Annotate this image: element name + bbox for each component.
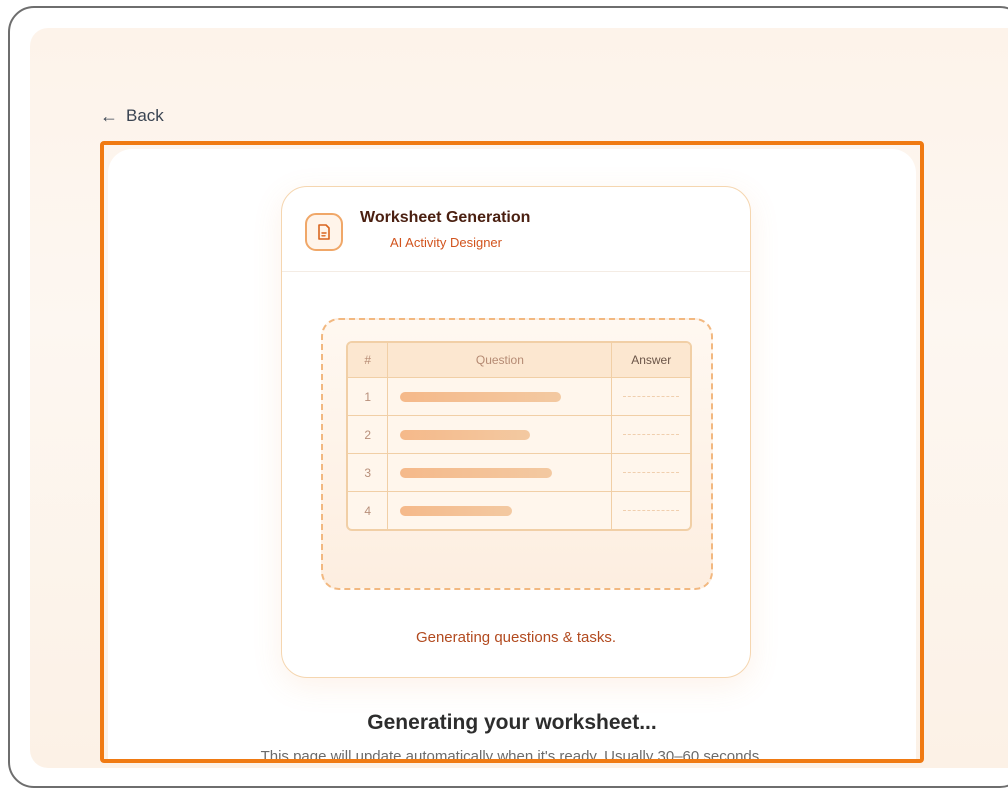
table-row: 2: [348, 416, 690, 454]
window-frame: ← Back Worksheet Generation AI Activity …: [8, 6, 1008, 788]
row-number: 3: [348, 454, 389, 492]
row-number: 1: [348, 378, 389, 416]
answer-cell: [612, 492, 690, 529]
answer-placeholder-line: [623, 510, 680, 511]
question-placeholder-bar: [400, 467, 553, 478]
header-number: #: [348, 343, 389, 378]
table-header-row: # Question Answer: [348, 343, 690, 378]
question-placeholder-bar: [400, 505, 513, 516]
answer-placeholder-line: [623, 396, 680, 397]
table-row: 4: [348, 492, 690, 529]
document-icon: [305, 213, 343, 251]
back-label: Back: [126, 106, 164, 125]
answer-placeholder-line: [623, 434, 680, 435]
card-subtitle: AI Activity Designer: [390, 235, 502, 250]
row-number: 4: [348, 492, 389, 529]
question-cell: [388, 492, 613, 529]
question-cell: [388, 378, 613, 416]
header-question: Question: [388, 343, 613, 378]
row-number: 2: [348, 416, 389, 454]
back-link[interactable]: ← Back: [100, 106, 164, 126]
page-title: Generating your worksheet...: [367, 711, 657, 734]
panel-surface: Worksheet Generation AI Activity Designe…: [108, 149, 916, 763]
worksheet-card: Worksheet Generation AI Activity Designe…: [281, 186, 751, 678]
answer-placeholder-line: [623, 472, 680, 473]
table-row: 1: [348, 378, 690, 416]
page-subtitle: This page will update automatically when…: [260, 748, 764, 763]
answer-cell: [612, 454, 690, 492]
question-cell: [388, 416, 613, 454]
generation-panel: Worksheet Generation AI Activity Designe…: [100, 141, 924, 763]
header-answer: Answer: [612, 343, 690, 378]
question-cell: [388, 454, 613, 492]
worksheet-preview: # Question Answer 1234: [321, 318, 713, 590]
card-header: Worksheet Generation AI Activity Designe…: [282, 187, 750, 272]
card-title: Worksheet Generation: [360, 209, 531, 226]
question-placeholder-bar: [400, 391, 562, 402]
answer-cell: [612, 378, 690, 416]
table-row: 3: [348, 454, 690, 492]
question-placeholder-bar: [400, 429, 531, 440]
arrow-left-icon: ←: [100, 106, 118, 126]
card-status-text: Generating questions & tasks.: [415, 629, 617, 646]
answer-cell: [612, 416, 690, 454]
worksheet-table: # Question Answer 1234: [346, 341, 692, 531]
